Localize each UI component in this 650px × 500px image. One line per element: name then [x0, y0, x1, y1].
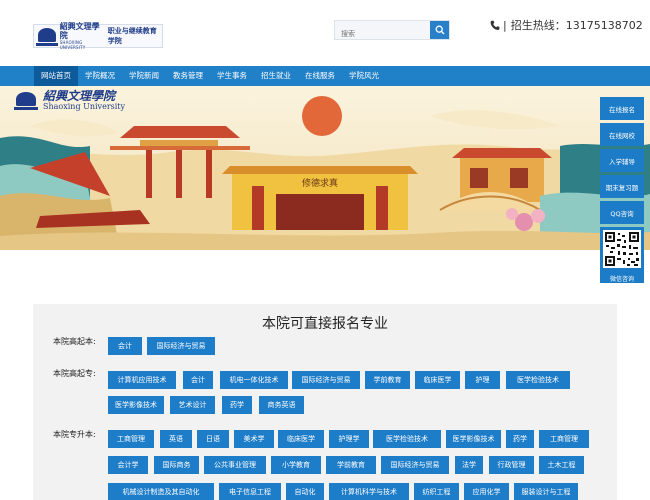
major-tag[interactable]: 药学 — [506, 430, 534, 448]
search-box — [334, 20, 450, 43]
major-tag[interactable]: 土木工程 — [539, 456, 584, 474]
logo-name-cn: 紹興文理學院 — [59, 21, 100, 40]
side-item-qq-consult[interactable]: QQ咨询 — [600, 201, 644, 224]
major-tag[interactable]: 纺织工程 — [414, 483, 459, 500]
major-tag[interactable]: 行政管理 — [489, 456, 534, 474]
major-tag[interactable]: 国际商务 — [154, 456, 199, 474]
nav-item-campus-scenery[interactable]: 学院风光 — [342, 66, 386, 86]
major-tag[interactable]: 小学教育 — [271, 456, 321, 474]
major-tag[interactable]: 会计 — [183, 371, 213, 389]
major-tag[interactable]: 医学影像技术 — [446, 430, 501, 448]
search-icon — [435, 25, 444, 35]
major-tag[interactable]: 艺术设计 — [170, 396, 215, 414]
side-item-online-registration[interactable]: 在线报名 — [600, 97, 644, 120]
major-tag[interactable]: 会计 — [108, 337, 142, 355]
major-tag[interactable]: 学前教育 — [365, 371, 410, 389]
side-item-wechat-consult[interactable]: 微信咨询 — [600, 227, 644, 283]
banner-logo-cn: 紹興文理學院 — [43, 89, 116, 103]
side-item-online-school[interactable]: 在线网校 — [600, 123, 644, 146]
majors-panel: 本院可直接报名专业 本院高起本: 会计 国际经济与贸易 本院高起专: 计算机应用… — [33, 304, 617, 500]
banner-logo: 紹興文理學院 Shaoxing University — [14, 90, 125, 112]
hotline-text: 招生热线：13175138702 — [510, 19, 643, 32]
major-tag[interactable]: 服装设计与工程 — [514, 483, 578, 500]
section-label: 本院专升本: — [53, 430, 96, 439]
side-quick-menu: 在线报名 在线网校 入学辅导 期末复习题 QQ咨询 微信咨询 — [600, 97, 644, 283]
major-tag[interactable]: 医学检验技术 — [373, 430, 441, 448]
major-tag[interactable]: 美术学 — [234, 430, 274, 448]
major-tag[interactable]: 护理 — [465, 371, 500, 389]
nav-item-news[interactable]: 学院新闻 — [122, 66, 166, 86]
major-tag[interactable]: 药学 — [222, 396, 252, 414]
side-item-enrollment-guidance[interactable]: 入学辅导 — [600, 149, 644, 172]
hero-banner: 修德求真 紹興文理學院 Shaoxing University — [0, 86, 650, 250]
banner-logo-en: Shaoxing University — [43, 102, 126, 111]
admission-hotline: | 招生热线：13175138702 — [490, 18, 643, 32]
major-tag[interactable]: 法学 — [455, 456, 483, 474]
main-nav: 网站首页 学院概况 学院新闻 教务管理 学生事务 招生就业 在线服务 学院风光 — [0, 66, 650, 86]
hotline-divider: | — [503, 18, 507, 32]
nav-item-admissions[interactable]: 招生就业 — [254, 66, 298, 86]
major-tag[interactable]: 会计学 — [108, 456, 148, 474]
logo-name-en: SHAOXING UNIVERSITY — [59, 40, 86, 50]
major-tag[interactable]: 机电一体化技术 — [220, 371, 288, 389]
major-tag[interactable]: 工商管理 — [108, 430, 154, 448]
wechat-qr-code-icon — [603, 230, 641, 268]
phone-icon — [490, 20, 500, 30]
major-tag[interactable]: 医学检验技术 — [506, 371, 570, 389]
major-tag[interactable]: 学前教育 — [326, 456, 376, 474]
major-tag[interactable]: 商务英语 — [259, 396, 304, 414]
section-label: 本院高起本: — [53, 337, 96, 346]
nav-item-home[interactable]: 网站首页 — [34, 66, 78, 86]
major-tag[interactable]: 临床医学 — [415, 371, 460, 389]
site-logo[interactable]: 紹興文理學院 SHAOXING UNIVERSITY 职业与继续教育学院 — [33, 21, 163, 50]
major-tag[interactable]: 医学影像技术 — [108, 396, 164, 414]
major-tag[interactable]: 应用化学 — [464, 483, 509, 500]
nav-item-student-affairs[interactable]: 学生事务 — [210, 66, 254, 86]
major-tag[interactable]: 电子信息工程 — [219, 483, 281, 500]
search-input[interactable] — [335, 25, 431, 43]
nav-item-online-service[interactable]: 在线服务 — [298, 66, 342, 86]
logo-college-name: 职业与继续教育学院 — [107, 26, 157, 45]
nav-item-overview[interactable]: 学院概况 — [78, 66, 122, 86]
major-tag[interactable]: 计算机科学与技术 — [329, 483, 409, 500]
university-emblem-icon — [14, 92, 40, 110]
major-tag[interactable]: 工商管理 — [539, 430, 589, 448]
major-tag[interactable]: 国际经济与贸易 — [381, 456, 449, 474]
major-tag[interactable]: 机械设计制造及其自动化 — [108, 483, 214, 500]
side-item-final-review[interactable]: 期末复习题 — [600, 175, 644, 198]
search-button[interactable] — [430, 21, 449, 39]
major-tag[interactable]: 公共事业管理 — [204, 456, 266, 474]
page-title: 本院可直接报名专业 — [262, 316, 388, 332]
section-label: 本院高起专: — [53, 369, 96, 378]
banner-gate-text: 修德求真 — [302, 177, 338, 189]
major-tag[interactable]: 临床医学 — [278, 430, 324, 448]
nav-item-academic-affairs[interactable]: 教务管理 — [166, 66, 210, 86]
major-tag[interactable]: 护理学 — [329, 430, 369, 448]
major-tag[interactable]: 国际经济与贸易 — [292, 371, 360, 389]
major-tag[interactable]: 国际经济与贸易 — [147, 337, 215, 355]
site-header: 紹興文理學院 SHAOXING UNIVERSITY 职业与继续教育学院 | 招… — [0, 0, 650, 66]
page: 紹興文理學院 SHAOXING UNIVERSITY 职业与继续教育学院 | 招… — [0, 0, 650, 500]
major-tag[interactable]: 自动化 — [286, 483, 324, 500]
major-tag[interactable]: 日语 — [197, 430, 229, 448]
university-emblem-icon — [36, 25, 58, 47]
major-tag[interactable]: 英语 — [160, 430, 192, 448]
major-tag[interactable]: 计算机应用技术 — [108, 371, 176, 389]
qr-label: 微信咨询 — [609, 276, 634, 283]
